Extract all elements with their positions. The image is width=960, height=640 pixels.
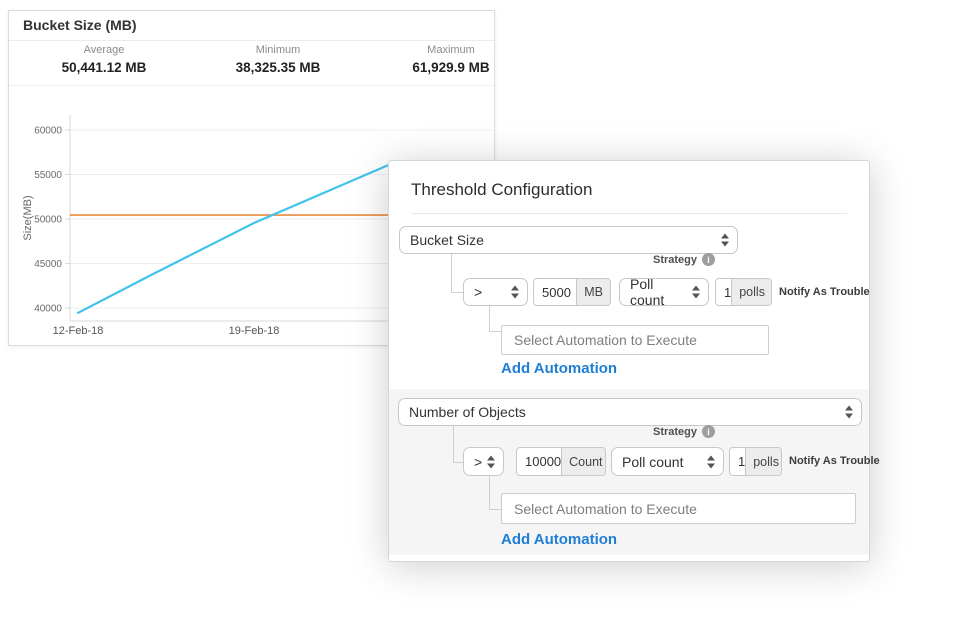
svg-text:40000: 40000	[34, 304, 62, 315]
threshold-value-input[interactable]: 5000	[534, 279, 576, 305]
svg-text:60000: 60000	[34, 126, 62, 137]
notify-as-trouble-label: Notify As Trouble	[779, 278, 870, 306]
divider	[411, 213, 847, 214]
updown-arrows-icon	[691, 286, 700, 299]
threshold-value-input[interactable]: 10000	[517, 448, 561, 475]
strategy-select-value: Poll count	[622, 454, 683, 470]
strategy-select[interactable]: Poll count	[611, 447, 724, 476]
tree-connector	[489, 509, 501, 510]
stat-label: Maximum	[412, 44, 489, 56]
chart-title: Bucket Size (MB)	[23, 17, 137, 33]
unit-suffix: MB	[576, 279, 610, 305]
dialog-title: Threshold Configuration	[411, 180, 592, 200]
info-icon[interactable]	[702, 425, 715, 438]
threshold-value-input-group: 5000 MB	[533, 278, 611, 306]
updown-arrows-icon	[486, 455, 495, 468]
add-automation-link[interactable]: Add Automation	[501, 531, 617, 548]
updown-arrows-icon	[720, 234, 729, 247]
divider	[9, 85, 494, 86]
svg-text:55000: 55000	[34, 170, 62, 181]
operator-select-value: >	[474, 284, 482, 300]
svg-text:45000: 45000	[34, 259, 62, 270]
select-automation-placeholder: Select Automation to Execute	[514, 501, 697, 517]
tree-connector	[489, 476, 490, 509]
operator-select[interactable]: >	[463, 278, 528, 306]
poll-count-input-group: 1 polls	[715, 278, 772, 306]
stat-value: 61,929.9 MB	[412, 60, 489, 75]
stat-value: 50,441.12 MB	[62, 60, 147, 75]
divider	[9, 40, 494, 41]
notify-as-trouble-label: Notify As Trouble	[789, 447, 880, 476]
stat-value: 38,325.35 MB	[236, 60, 321, 75]
select-automation-field[interactable]: Select Automation to Execute	[501, 493, 856, 524]
svg-text:12-Feb-18: 12-Feb-18	[53, 325, 104, 337]
strategy-select-value: Poll count	[630, 276, 684, 308]
strategy-label: Strategy	[653, 426, 697, 438]
tree-connector	[489, 306, 490, 331]
polls-suffix: polls	[745, 448, 782, 475]
tree-connector	[451, 254, 452, 292]
poll-count-input[interactable]: 1	[730, 448, 745, 475]
metric-select-value: Bucket Size	[410, 232, 484, 248]
metric-select-value: Number of Objects	[409, 404, 526, 420]
stat-minimum: Minimum 38,325.35 MB	[236, 44, 321, 75]
svg-text:19-Feb-18: 19-Feb-18	[229, 325, 280, 337]
page: 40000 45000 50000 55000 60000 12-Feb-18 19-Feb…	[0, 0, 960, 640]
updown-arrows-icon	[706, 455, 715, 468]
svg-text:Size(MB): Size(MB)	[22, 195, 34, 240]
strategy-label: Strategy	[653, 254, 697, 266]
operator-select-value: >	[474, 454, 482, 470]
strategy-label-row: Strategy	[653, 253, 715, 266]
operator-select[interactable]: >	[463, 447, 504, 476]
updown-arrows-icon	[510, 286, 519, 299]
strategy-select[interactable]: Poll count	[619, 278, 709, 306]
polls-suffix: polls	[731, 279, 772, 305]
poll-count-input-group: 1 polls	[729, 447, 782, 476]
svg-text:50000: 50000	[34, 215, 62, 226]
tree-connector	[453, 462, 463, 463]
stat-average: Average 50,441.12 MB	[62, 44, 147, 75]
info-icon[interactable]	[702, 253, 715, 266]
threshold-configuration-dialog: Threshold Configuration Bucket Size Stra…	[388, 160, 870, 562]
add-automation-link[interactable]: Add Automation	[501, 360, 617, 377]
stat-label: Minimum	[236, 44, 321, 56]
metric-select-number-of-objects[interactable]: Number of Objects	[398, 398, 862, 426]
select-automation-placeholder: Select Automation to Execute	[514, 332, 697, 348]
select-automation-field[interactable]: Select Automation to Execute	[501, 325, 769, 355]
metric-select-bucket-size[interactable]: Bucket Size	[399, 226, 738, 254]
strategy-label-row: Strategy	[653, 425, 715, 438]
threshold-value-input-group: 10000 Count	[516, 447, 606, 476]
unit-suffix: Count	[561, 448, 606, 475]
updown-arrows-icon	[844, 406, 853, 419]
stat-maximum: Maximum 61,929.9 MB	[412, 44, 489, 75]
stat-label: Average	[62, 44, 147, 56]
tree-connector	[453, 426, 454, 462]
tree-connector	[451, 292, 463, 293]
tree-connector	[489, 331, 501, 332]
poll-count-input[interactable]: 1	[716, 279, 731, 305]
